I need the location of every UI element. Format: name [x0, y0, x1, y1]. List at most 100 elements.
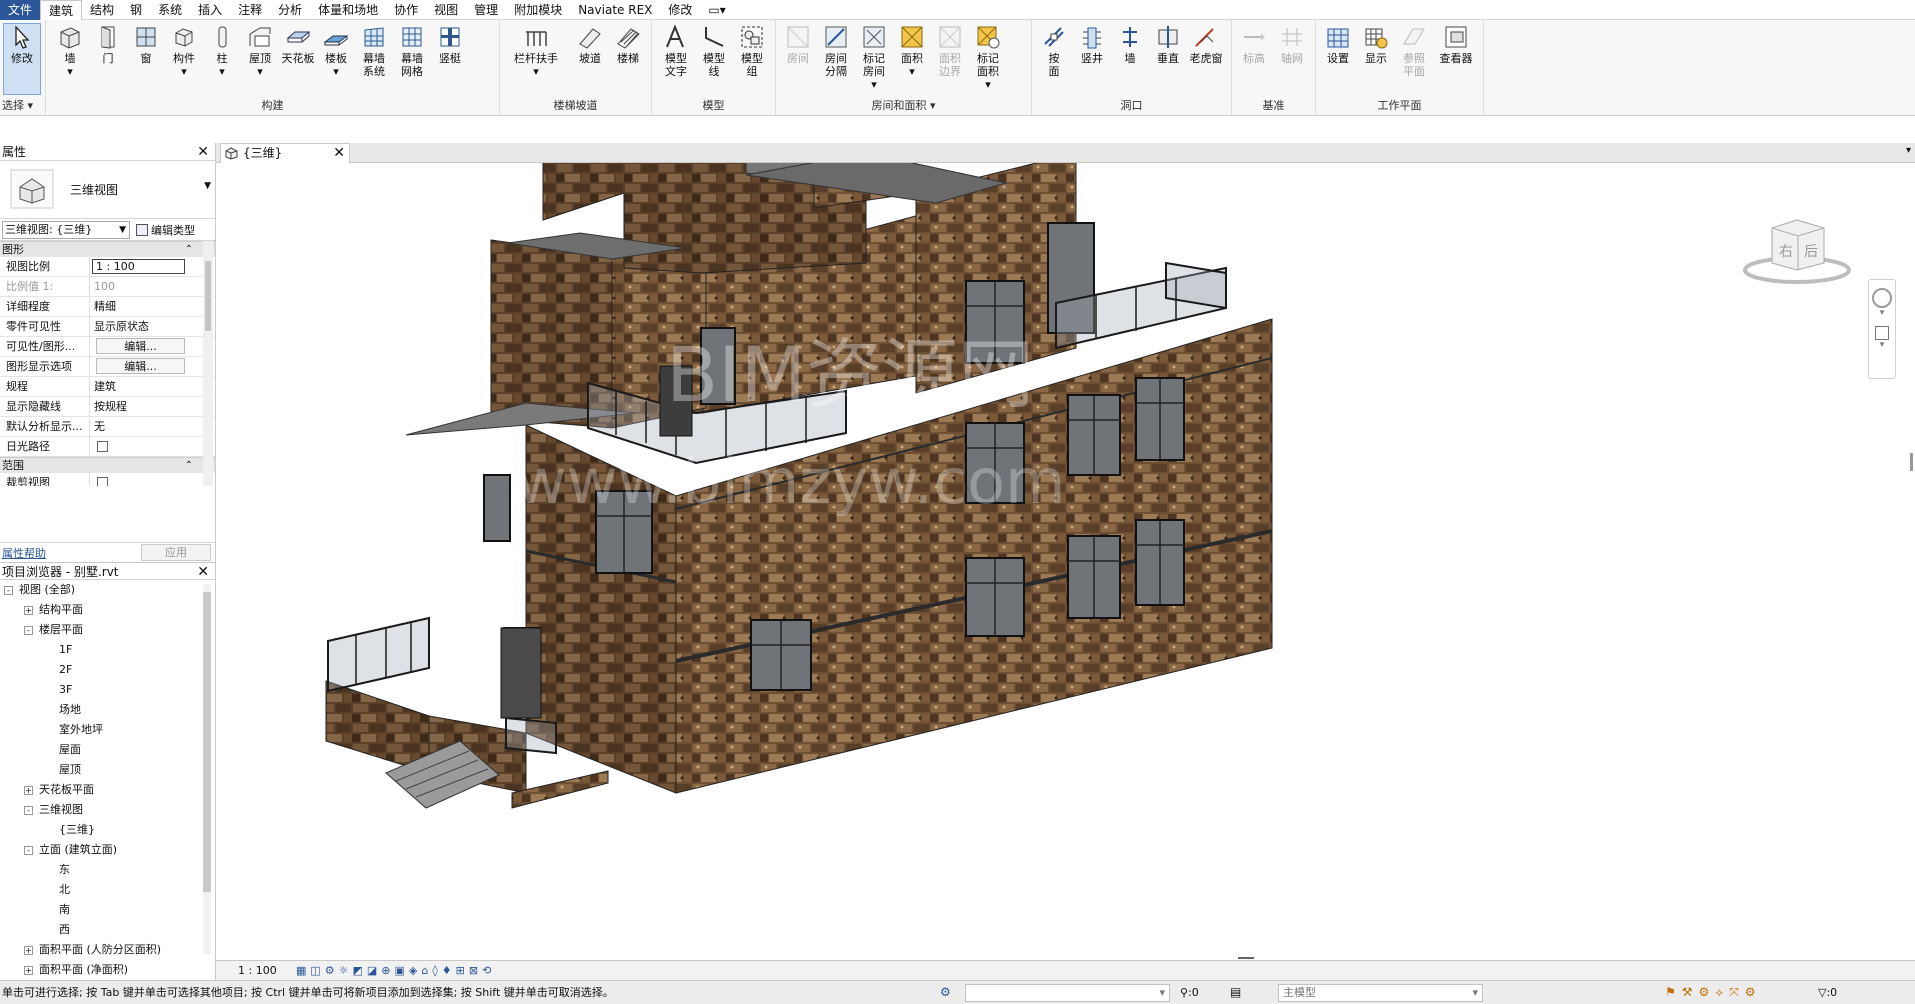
expand-icon[interactable]	[44, 666, 53, 675]
floor-button[interactable]: 楼板 ▾	[318, 24, 354, 78]
menu-manage[interactable]: 管理	[466, 0, 506, 20]
tree-node[interactable]: 屋面	[0, 740, 215, 760]
properties-scrollbar[interactable]	[203, 241, 213, 486]
expand-icon[interactable]	[44, 926, 53, 935]
area-button[interactable]: 面积 ▾	[894, 24, 930, 78]
close-icon[interactable]: ✕	[197, 143, 209, 161]
close-icon[interactable]: ✕	[333, 144, 345, 162]
browser-scrollbar[interactable]	[203, 584, 211, 954]
view-scale-button[interactable]: 1 : 100	[238, 961, 277, 980]
tab-3d-view[interactable]: {三维} ✕	[220, 143, 350, 163]
window-button[interactable]: 窗	[128, 24, 164, 65]
model-line-button[interactable]: 模型 线	[696, 24, 732, 78]
view-scale-input[interactable]: 1 : 100	[92, 259, 185, 274]
collapse-icon[interactable]: -	[24, 625, 33, 635]
modify-button[interactable]: 修改	[3, 23, 41, 95]
tree-node[interactable]: 北	[0, 880, 215, 900]
viewport-splitter[interactable]	[1910, 453, 1913, 471]
grid-button[interactable]: 轴网	[1274, 24, 1310, 65]
discipline-value[interactable]: 建筑	[90, 377, 215, 396]
selection-filter[interactable]: ⚲:0	[1180, 981, 1199, 1004]
stair-button[interactable]: 楼梯	[610, 24, 646, 65]
expand-icon[interactable]: +	[24, 605, 33, 615]
tree-node[interactable]: + 天花板平面	[0, 780, 215, 800]
vg-edit-button[interactable]: 编辑...	[96, 338, 185, 354]
mullion-button[interactable]: 竖梃	[432, 24, 468, 65]
menu-architecture[interactable]: 建筑	[40, 0, 83, 20]
menu-systems[interactable]: 系统	[150, 0, 190, 20]
horizontal-scroll-thumb[interactable]	[1238, 957, 1254, 959]
expand-icon[interactable]	[44, 866, 53, 875]
expand-icon[interactable]	[44, 646, 53, 655]
tree-node[interactable]: 屋顶	[0, 760, 215, 780]
dormer-button[interactable]: 老虎窗	[1188, 24, 1224, 65]
close-icon[interactable]: ✕	[197, 563, 209, 581]
crop-view-checkbox[interactable]	[97, 477, 108, 486]
model-group-button[interactable]: 模型 组	[734, 24, 770, 78]
group-label-select[interactable]: 选择 ▾	[0, 98, 45, 114]
tree-node[interactable]: 2F	[0, 660, 215, 680]
curtain-system-button[interactable]: 幕墙 系统	[356, 24, 392, 78]
room-separator-button[interactable]: 房间 分隔	[818, 24, 854, 78]
menu-annotate[interactable]: 注释	[230, 0, 270, 20]
selection-options-icons[interactable]: ⚑⚒⚙⟡⤧⚙	[1665, 981, 1762, 1004]
door-button[interactable]: 门	[90, 24, 126, 65]
tag-room-button[interactable]: 标记 房间 ▾	[856, 24, 892, 91]
chevron-down-icon[interactable]: ▾	[1869, 340, 1895, 350]
model-text-button[interactable]: 模型 文字	[658, 24, 694, 78]
tag-area-button[interactable]: 标记 面积 ▾	[970, 24, 1006, 91]
wall-button[interactable]: 墙 ▾	[52, 24, 88, 78]
expand-icon[interactable]: +	[24, 965, 33, 975]
by-face-button[interactable]: 按 面	[1036, 24, 1072, 78]
filter-count[interactable]: ▽:0	[1818, 981, 1837, 1004]
analysis-display-value[interactable]: 无	[90, 417, 215, 436]
workset-select[interactable]: ▾	[965, 984, 1170, 1002]
type-selector[interactable]: 三维视图 ▼	[0, 161, 215, 219]
3d-viewport[interactable]: BIM资源网 www.bimzyw.com 右 后 ▾ ▾	[216, 163, 1915, 960]
group-label-rooms[interactable]: 房间和面积 ▾	[776, 98, 1031, 114]
railing-button[interactable]: 栏杆扶手 ▾	[510, 24, 562, 78]
room-button[interactable]: 房间	[780, 24, 816, 65]
graphic-display-edit-button[interactable]: 编辑...	[96, 358, 185, 374]
menu-insert[interactable]: 插入	[190, 0, 230, 20]
parts-visibility-value[interactable]: 显示原状态	[90, 317, 215, 336]
set-workplane-button[interactable]: 设置	[1320, 24, 1356, 65]
viewcube[interactable]: 右 后	[1742, 208, 1852, 288]
tab-overflow-icon[interactable]: ▾	[1906, 145, 1911, 156]
tree-node[interactable]: - 立面 (建筑立面)	[0, 840, 215, 860]
shaft-button[interactable]: 竖井	[1074, 24, 1110, 65]
menu-structure[interactable]: 结构	[82, 0, 122, 20]
menu-collaborate[interactable]: 协作	[386, 0, 426, 20]
area-boundary-button[interactable]: 面积 边界	[932, 24, 968, 78]
ref-plane-button[interactable]: 参照 平面	[1396, 24, 1432, 78]
expand-icon[interactable]	[44, 746, 53, 755]
view-control-icons[interactable]: ▦◫⚙☼◩◪⊕▣◈⌂◊♦⊞⊠⟲	[296, 961, 495, 980]
tree-node[interactable]: 3F	[0, 680, 215, 700]
menu-modify[interactable]: 修改	[660, 0, 700, 20]
tree-node[interactable]: + 面积平面 (净面积)	[0, 960, 215, 980]
expand-icon[interactable]	[44, 886, 53, 895]
menu-analyze[interactable]: 分析	[270, 0, 310, 20]
viewer-button[interactable]: 查看器	[1434, 24, 1478, 65]
collapse-icon[interactable]: -	[24, 805, 33, 815]
sun-path-checkbox[interactable]	[97, 441, 108, 452]
menu-steel[interactable]: 钢	[122, 0, 150, 20]
expand-icon[interactable]	[44, 766, 53, 775]
tree-node[interactable]: 室外地坪	[0, 720, 215, 740]
vertical-opening-button[interactable]: 垂直	[1150, 24, 1186, 65]
collapse-icon[interactable]: -	[4, 585, 13, 595]
design-options-icon[interactable]: ▤	[1230, 981, 1241, 1004]
tree-node[interactable]: 场地	[0, 700, 215, 720]
roof-button[interactable]: 屋顶 ▾	[242, 24, 278, 78]
tree-node[interactable]: - 视图 (全部)	[0, 580, 215, 600]
ramp-button[interactable]: 坡道	[572, 24, 608, 65]
edit-type-button[interactable]: 编辑类型	[136, 222, 195, 238]
view-instance-select[interactable]: 三维视图: {三维} ▼	[2, 220, 130, 239]
level-button[interactable]: 标高	[1236, 24, 1272, 65]
building-model[interactable]: BIM资源网 www.bimzyw.com	[216, 163, 1915, 960]
expand-icon[interactable]	[44, 906, 53, 915]
tree-node[interactable]: 1F	[0, 640, 215, 660]
expand-icon[interactable]	[44, 726, 53, 735]
menu-massing[interactable]: 体量和场地	[310, 0, 386, 20]
expand-icon[interactable]	[44, 686, 53, 695]
